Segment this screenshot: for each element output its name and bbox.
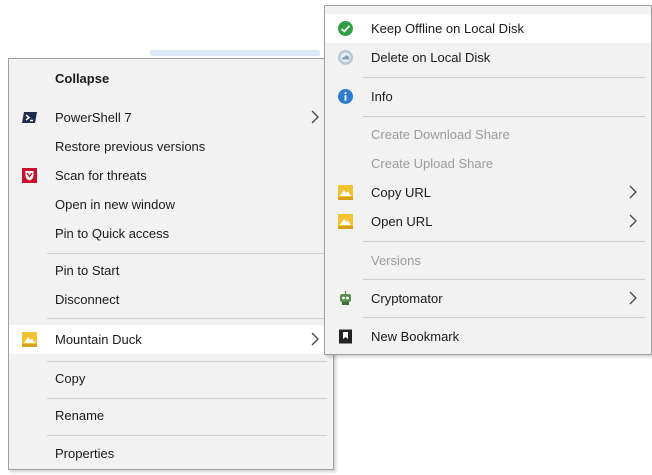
menu-item-restore-previous-versions[interactable]: Restore previous versions <box>9 132 333 161</box>
context-menu: Collapse PowerShell 7 Restore previous v… <box>8 58 334 470</box>
menu-separator <box>363 241 645 242</box>
menu-separator <box>47 361 327 362</box>
menu-item-mountain-duck[interactable]: Mountain Duck <box>9 325 333 354</box>
menu-item-info[interactable]: Info <box>325 82 651 111</box>
menu-item-label: Info <box>371 89 393 104</box>
menu-separator <box>363 317 645 318</box>
menu-item-scan-for-threats[interactable]: Scan for threats <box>9 161 333 190</box>
background-blur <box>150 50 320 56</box>
menu-item-label: Scan for threats <box>55 168 147 183</box>
menu-item-label: Disconnect <box>55 292 120 307</box>
menu-item-label: Pin to Start <box>55 263 120 278</box>
chevron-right-icon <box>311 110 319 124</box>
menu-item-label: Create Upload Share <box>371 156 494 171</box>
chevron-right-icon <box>311 332 319 346</box>
menu-item-powershell[interactable]: PowerShell 7 <box>9 103 333 132</box>
menu-separator <box>47 253 327 254</box>
menu-item-label: PowerShell 7 <box>55 110 132 125</box>
info-icon <box>337 88 354 105</box>
menu-item-copy[interactable]: Copy <box>9 364 333 393</box>
menu-item-open-in-new-window[interactable]: Open in new window <box>9 190 333 219</box>
mountain-duck-submenu: Keep Offline on Local Disk Delete on Loc… <box>324 5 652 355</box>
menu-separator <box>363 77 645 78</box>
menu-item-pin-to-start[interactable]: Pin to Start <box>9 256 333 285</box>
cloud-status-icon <box>337 49 354 66</box>
menu-separator <box>47 435 327 436</box>
bookmark-icon <box>337 328 354 345</box>
mountain-duck-icon <box>337 213 354 230</box>
menu-item-label: Create Download Share <box>371 127 510 142</box>
menu-item-label: Pin to Quick access <box>55 226 170 241</box>
powershell-icon <box>21 109 38 126</box>
menu-separator <box>363 116 645 117</box>
menu-item-open-url[interactable]: Open URL <box>325 207 651 236</box>
menu-item-label: Open in new window <box>55 197 175 212</box>
mountain-duck-icon <box>21 331 38 348</box>
chevron-right-icon <box>629 214 637 228</box>
menu-item-label: Restore previous versions <box>55 139 206 154</box>
menu-separator <box>47 398 327 399</box>
menu-item-cryptomator[interactable]: Cryptomator <box>325 284 651 313</box>
menu-item-label: Keep Offline on Local Disk <box>371 21 524 36</box>
menu-item-rename[interactable]: Rename <box>9 401 333 430</box>
menu-item-label: New Bookmark <box>371 329 460 344</box>
chevron-right-icon <box>629 185 637 199</box>
menu-item-create-upload-share: Create Upload Share <box>325 149 651 178</box>
menu-item-label: Collapse <box>55 71 110 86</box>
menu-item-new-bookmark[interactable]: New Bookmark <box>325 322 651 351</box>
menu-item-label: Copy URL <box>371 185 431 200</box>
mcafee-shield-icon <box>21 167 38 184</box>
menu-item-keep-offline[interactable]: Keep Offline on Local Disk <box>325 14 651 43</box>
chevron-right-icon <box>629 291 637 305</box>
menu-separator <box>363 279 645 280</box>
menu-item-label: Mountain Duck <box>55 332 142 347</box>
cryptomator-robot-icon <box>337 290 354 307</box>
menu-item-label: Cryptomator <box>371 291 443 306</box>
menu-item-label: Open URL <box>371 214 433 229</box>
mountain-duck-icon <box>337 184 354 201</box>
menu-item-copy-url[interactable]: Copy URL <box>325 178 651 207</box>
menu-item-label: Copy <box>55 371 86 386</box>
menu-item-label: Rename <box>55 408 105 423</box>
menu-item-label: Delete on Local Disk <box>371 50 491 65</box>
menu-item-disconnect[interactable]: Disconnect <box>9 285 333 314</box>
menu-item-pin-to-quick-access[interactable]: Pin to Quick access <box>9 219 333 248</box>
menu-item-label: Versions <box>371 253 421 268</box>
menu-item-delete-on-local-disk[interactable]: Delete on Local Disk <box>325 43 651 72</box>
green-check-icon <box>337 20 354 37</box>
menu-item-properties[interactable]: Properties <box>9 439 333 468</box>
menu-item-label: Properties <box>55 446 115 461</box>
menu-item-collapse[interactable]: Collapse <box>9 64 333 93</box>
menu-separator <box>47 318 327 319</box>
menu-item-create-download-share: Create Download Share <box>325 120 651 149</box>
menu-item-versions: Versions <box>325 246 651 275</box>
